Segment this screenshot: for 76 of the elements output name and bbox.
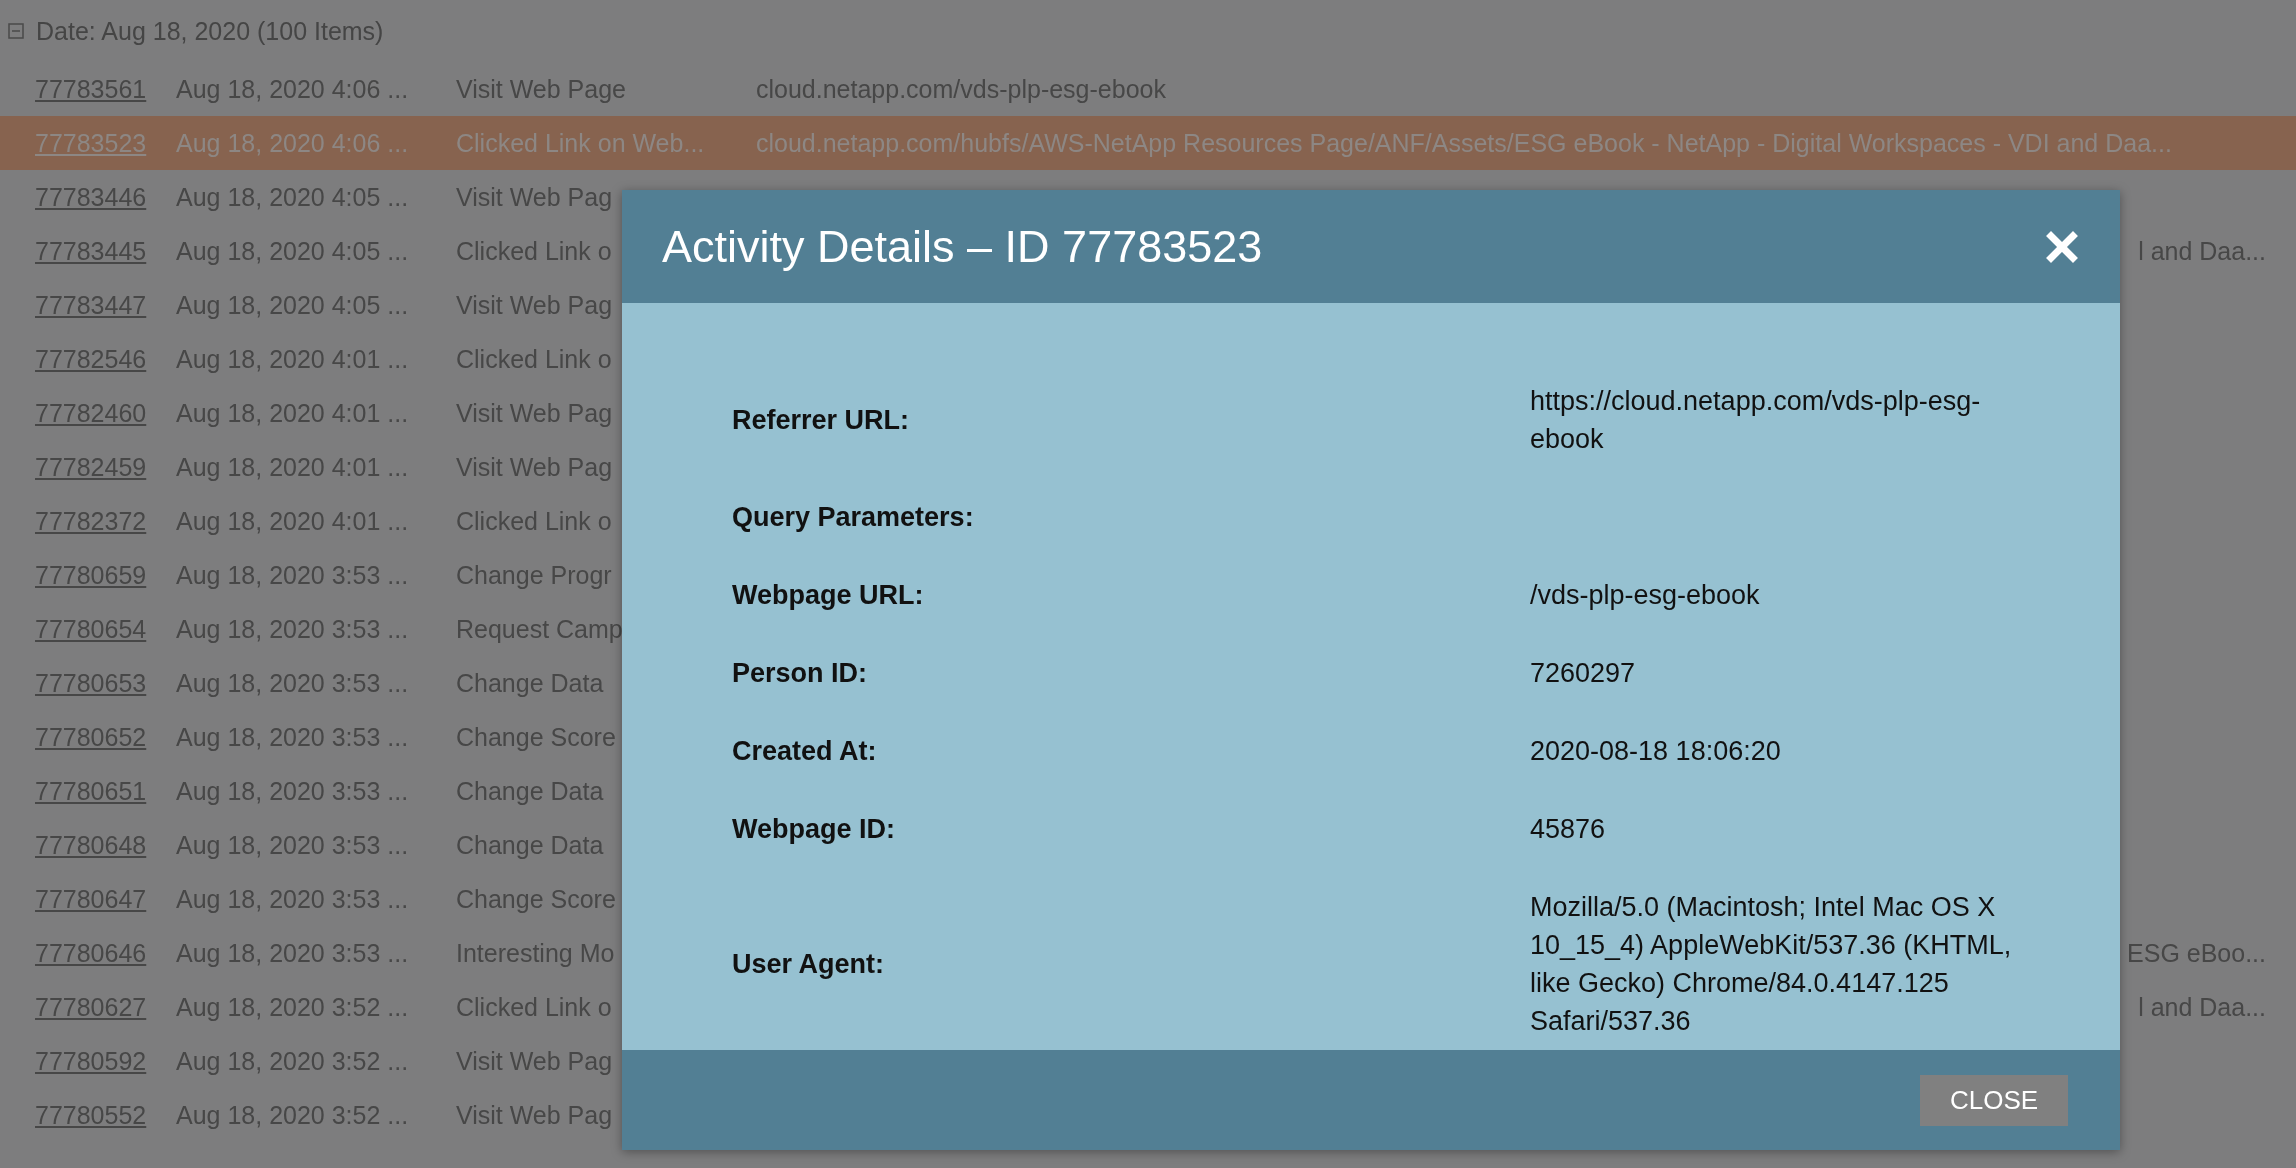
- activity-type-cell: Interesting Mo: [456, 938, 615, 968]
- activity-id-link[interactable]: 77780659: [35, 560, 147, 590]
- activity-id-link[interactable]: 77780651: [35, 776, 147, 806]
- activity-type-cell: Clicked Link o: [456, 506, 612, 536]
- activity-id-link[interactable]: 77780627: [35, 992, 147, 1022]
- date-cell: Aug 18, 2020 3:53 ...: [176, 884, 409, 914]
- date-cell: Aug 18, 2020 3:52 ...: [176, 1046, 409, 1076]
- activity-id-link[interactable]: 77783447: [35, 290, 147, 320]
- date-cell: Aug 18, 2020 4:06 ...: [176, 74, 409, 104]
- date-cell: Aug 18, 2020 3:52 ...: [176, 992, 409, 1022]
- activity-id-link[interactable]: 77782460: [35, 398, 147, 428]
- field-label: Referrer URL:: [732, 404, 911, 436]
- field-label: Person ID:: [732, 657, 869, 689]
- activity-type-cell: Visit Web Pag: [456, 452, 613, 482]
- field-value: 7260297: [1530, 657, 1637, 690]
- activity-type-cell: Change Score: [456, 722, 616, 752]
- date-cell: Aug 18, 2020 4:01 ...: [176, 344, 409, 374]
- date-cell: Aug 18, 2020 3:53 ...: [176, 560, 409, 590]
- activity-type-cell: Visit Web Pag: [456, 398, 613, 428]
- date-cell: Aug 18, 2020 4:05 ...: [176, 290, 409, 320]
- close-icon[interactable]: [2046, 230, 2078, 263]
- date-cell: Aug 18, 2020 4:05 ...: [176, 182, 409, 212]
- activity-row[interactable]: 77783561 Aug 18, 2020 4:06 ... Visit Web Page cloud.netapp.com/vds-plp-esg-ebook: [0, 62, 2296, 116]
- activity-id-link[interactable]: 77780647: [35, 884, 147, 914]
- date-cell: Aug 18, 2020 3:53 ...: [176, 938, 409, 968]
- activity-type-cell: Change Data: [456, 776, 604, 806]
- date-cell: Aug 18, 2020 3:53 ...: [176, 830, 409, 860]
- activity-type-cell: Change Score: [456, 884, 616, 914]
- activity-id-link[interactable]: 77780646: [35, 938, 147, 968]
- date-cell: Aug 18, 2020 3:53 ...: [176, 614, 409, 644]
- activity-type-cell: Visit Web Pag: [456, 182, 613, 212]
- activity-type-cell: Visit Web Pag: [456, 1046, 613, 1076]
- date-cell: Aug 18, 2020 3:53 ...: [176, 776, 409, 806]
- activity-type-cell: Visit Web Page: [456, 74, 626, 104]
- close-button[interactable]: CLOSE: [1920, 1074, 2068, 1126]
- date-cell: Aug 18, 2020 3:52 ...: [176, 1100, 409, 1130]
- date-cell: Aug 18, 2020 4:05 ...: [176, 236, 409, 266]
- activity-type-cell: Request Camp: [456, 614, 623, 644]
- field-label: Webpage ID:: [732, 813, 896, 845]
- activity-type-cell: Visit Web Pag: [456, 1100, 613, 1130]
- activity-id-link[interactable]: 77780648: [35, 830, 147, 860]
- activity-id-link[interactable]: 77783446: [35, 182, 147, 212]
- date-cell: Aug 18, 2020 3:53 ...: [176, 722, 409, 752]
- field-label: Webpage URL:: [732, 579, 925, 611]
- activity-type-cell: Clicked Link o: [456, 344, 612, 374]
- activity-type-cell: Clicked Link o: [456, 992, 612, 1022]
- activity-id-link[interactable]: 77780552: [35, 1100, 147, 1130]
- activity-type-cell: Visit Web Pag: [456, 290, 613, 320]
- date-cell: Aug 18, 2020 4:01 ...: [176, 506, 409, 536]
- activity-id-link[interactable]: 77782459: [35, 452, 147, 482]
- activity-type-cell: Change Data: [456, 830, 604, 860]
- activity-id-link[interactable]: 77780592: [35, 1046, 147, 1076]
- field-value: /vds-plp-esg-ebook: [1530, 579, 1761, 612]
- field-label: Query Parameters:: [732, 501, 975, 533]
- group-label: Date: Aug 18, 2020 (100 Items): [36, 16, 384, 46]
- date-cell: Aug 18, 2020 3:53 ...: [176, 668, 409, 698]
- field-value: https://cloud.netapp.com/vds-plp-esg-ebook: [1530, 385, 1982, 456]
- activity-id-link[interactable]: 77783561: [35, 74, 147, 104]
- activity-id-link[interactable]: 77780654: [35, 614, 147, 644]
- activity-id-link[interactable]: 77783445: [35, 236, 147, 266]
- field-value: 45876: [1530, 813, 1607, 846]
- field-value: 2020-08-18 18:06:20: [1530, 735, 1782, 768]
- activity-type-cell: Clicked Link o: [456, 236, 612, 266]
- date-cell: Aug 18, 2020 4:01 ...: [176, 398, 409, 428]
- activity-id-link[interactable]: 77780652: [35, 722, 147, 752]
- activity-type-cell: Change Progr: [456, 560, 612, 590]
- detail-cell: cloud.netapp.com/vds-plp-esg-ebook: [756, 74, 1166, 104]
- field-value: Mozilla/5.0 (Macintosh; Intel Mac OS X 10_15_4) AppleWebKit/537.36 (KHTML, like Gecko) Chrome/84.0.4147.125 Safari/537.36: [1530, 891, 2013, 1038]
- activity-id-link[interactable]: 77780653: [35, 668, 147, 698]
- dialog-title: Activity Details – ID 77783523: [662, 220, 1263, 273]
- activity-type-cell: Change Data: [456, 668, 604, 698]
- activity-id-link[interactable]: 77782546: [35, 344, 147, 374]
- date-cell: Aug 18, 2020 4:01 ...: [176, 452, 409, 482]
- field-label: Created At:: [732, 735, 878, 767]
- activity-id-link[interactable]: 77782372: [35, 506, 147, 536]
- field-label: User Agent:: [732, 948, 886, 980]
